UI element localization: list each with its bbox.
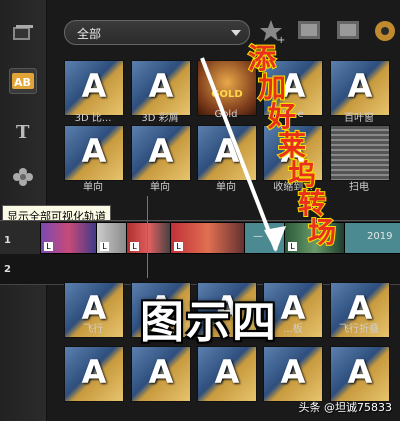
watermark: 头条 @坦诚75833: [298, 401, 393, 414]
transition-caption: 单向: [150, 182, 170, 193]
filter-label: 全部: [77, 27, 102, 41]
transition-thumb[interactable]: A: [64, 125, 124, 181]
transition-caption: 飞行折叠: [339, 324, 379, 335]
transition-caption: 单向: [83, 182, 103, 193]
title-text-icon[interactable]: T: [9, 118, 37, 144]
arrow-head-icon: [264, 226, 286, 252]
transition-thumb[interactable]: A: [131, 346, 191, 402]
svg-text:AB: AB: [14, 76, 31, 89]
transition-thumb[interactable]: A: [263, 346, 323, 402]
timeline-clip[interactable]: L: [96, 222, 128, 254]
transition-caption: 飞行: [83, 324, 103, 335]
svg-text:T: T: [16, 122, 30, 141]
track-2-label: 2: [4, 264, 11, 275]
transition-thumb[interactable]: A: [131, 60, 191, 116]
media-library-icon[interactable]: [9, 20, 37, 46]
playhead[interactable]: [147, 196, 148, 278]
chevron-down-icon: [231, 30, 241, 36]
red-vertical-text: 添加好莱坞转场: [247, 41, 337, 250]
timeline-clip[interactable]: L: [40, 222, 98, 254]
transition-thumb[interactable]: A: [64, 60, 124, 116]
clip-marker-icon: L: [174, 242, 183, 251]
transition-caption: 3D 比...: [74, 113, 112, 124]
annotation-overlay: 添加好莱坞转场: [200, 41, 337, 252]
graphics-flower-icon[interactable]: [9, 164, 37, 190]
track-1-label: 1: [4, 235, 11, 246]
transition-thumb[interactable]: A: [131, 125, 191, 181]
clip-marker-icon: L: [44, 242, 53, 251]
clip-marker-icon: L: [130, 242, 139, 251]
transition-thumb[interactable]: A: [197, 346, 257, 402]
timeline-clip[interactable]: L: [126, 222, 172, 254]
transition-thumb[interactable]: A: [330, 346, 390, 402]
transition-caption: 3D 彩屑: [141, 113, 179, 124]
red-annotation-char: 场: [308, 216, 336, 249]
clip-marker-icon: L: [100, 242, 109, 251]
transition-thumb[interactable]: A: [64, 346, 124, 402]
figure-label-text: 图示四: [140, 297, 278, 348]
transition-ab-icon[interactable]: AB: [9, 68, 37, 94]
